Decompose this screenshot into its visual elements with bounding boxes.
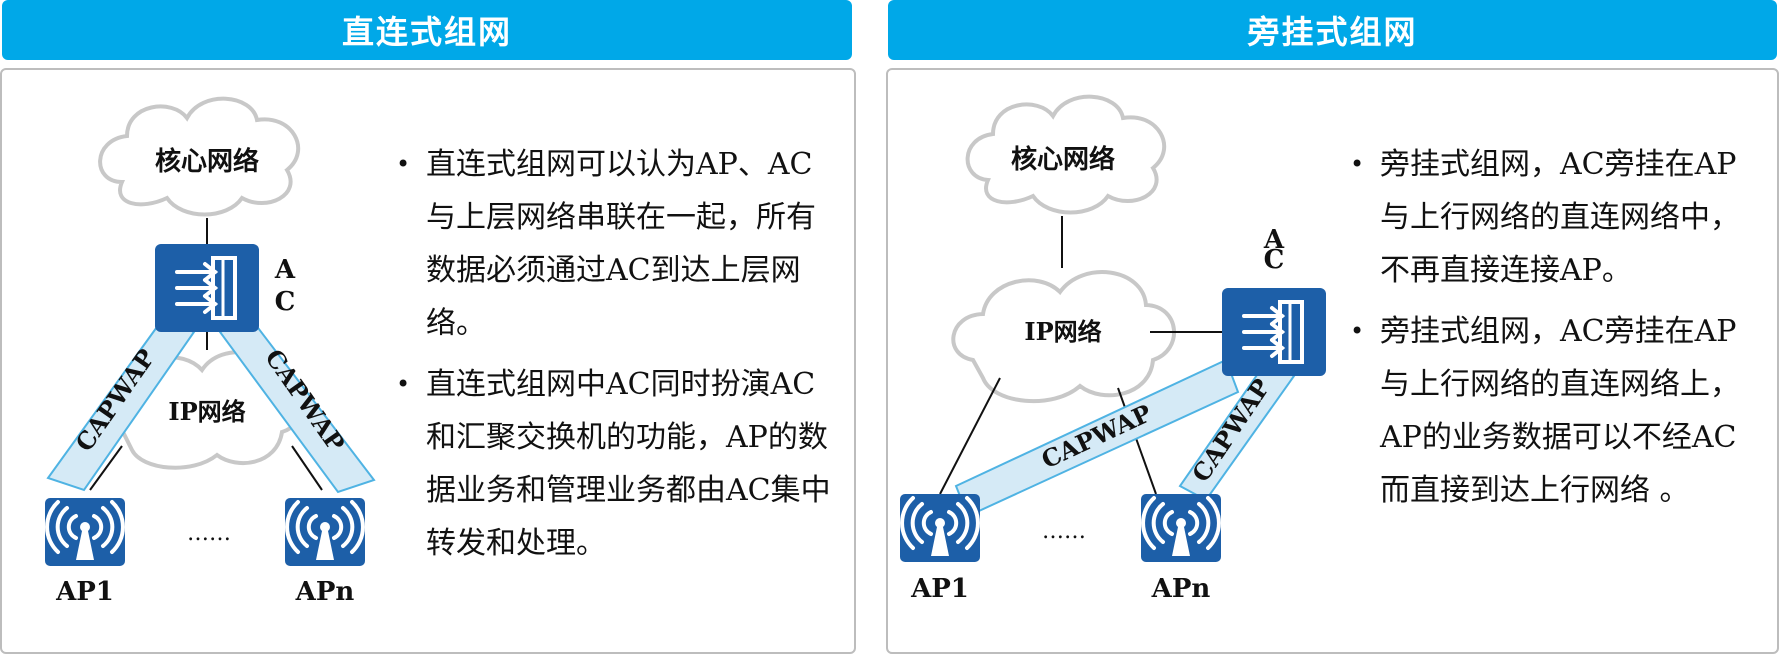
ip-network-label: IP网络 bbox=[168, 397, 245, 426]
ip-network-cloud: IP网络 bbox=[951, 270, 1177, 404]
apn-label: APn bbox=[1151, 574, 1211, 604]
ip-network-label: IP网络 bbox=[1024, 317, 1101, 346]
ap1-label: AP1 bbox=[55, 577, 114, 607]
ap1-icon bbox=[45, 498, 125, 566]
apn-label: APn bbox=[295, 577, 355, 607]
ac-label-line2: C bbox=[275, 287, 296, 317]
apn-icon bbox=[285, 498, 365, 566]
left-panel-header: 直连式组网 bbox=[2, 0, 852, 60]
ac-device-icon bbox=[1222, 288, 1326, 376]
more-aps-ellipsis: …… bbox=[187, 521, 231, 546]
core-network-label: 核心网络 bbox=[1011, 144, 1115, 175]
more-aps-ellipsis: …… bbox=[1042, 519, 1086, 544]
ac-label-line2: C bbox=[1264, 245, 1285, 275]
ac-device-icon bbox=[155, 244, 259, 332]
apn-icon bbox=[1141, 494, 1221, 562]
right-bullet-1: 旁挂式组网，AC旁挂在AP与上行网络的直连网络中，不再直接连接AP。 bbox=[1348, 138, 1758, 297]
right-panel-header: 旁挂式组网 bbox=[888, 0, 1777, 60]
right-description-list: 旁挂式组网，AC旁挂在AP与上行网络的直连网络中，不再直接连接AP。 旁挂式组网… bbox=[1348, 138, 1758, 525]
left-panel-body: 核心网络 IP网络 CAPWAP CAPWAP A C AP1 APn …… 直… bbox=[0, 68, 856, 654]
core-network-cloud: 核心网络 bbox=[98, 96, 301, 217]
right-bullet-2: 旁挂式组网，AC旁挂在AP与上行网络的直连网络上，AP的业务数据可以不经AC而直… bbox=[1348, 305, 1758, 517]
left-bullet-2: 直连式组网中AC同时扮演AC和汇聚交换机的功能，AP的数据业务和管理业务都由AC… bbox=[394, 358, 834, 570]
right-panel-body: 核心网络 IP网络 CAPWAP CAPWAP A C AP1 APn …… 旁… bbox=[886, 68, 1779, 654]
core-network-label: 核心网络 bbox=[155, 146, 259, 177]
left-panel-title: 直连式组网 bbox=[341, 13, 512, 51]
ap1-icon bbox=[900, 494, 980, 562]
right-panel-title: 旁挂式组网 bbox=[1247, 13, 1418, 51]
left-description-list: 直连式组网可以认为AP、AC与上层网络串联在一起，所有数据必须通过AC到达上层网… bbox=[394, 138, 834, 578]
left-bullet-1: 直连式组网可以认为AP、AC与上层网络串联在一起，所有数据必须通过AC到达上层网… bbox=[394, 138, 834, 350]
ap1-label: AP1 bbox=[910, 574, 969, 604]
ac-label-line1: A bbox=[274, 255, 296, 285]
core-network-cloud: 核心网络 bbox=[965, 94, 1167, 215]
